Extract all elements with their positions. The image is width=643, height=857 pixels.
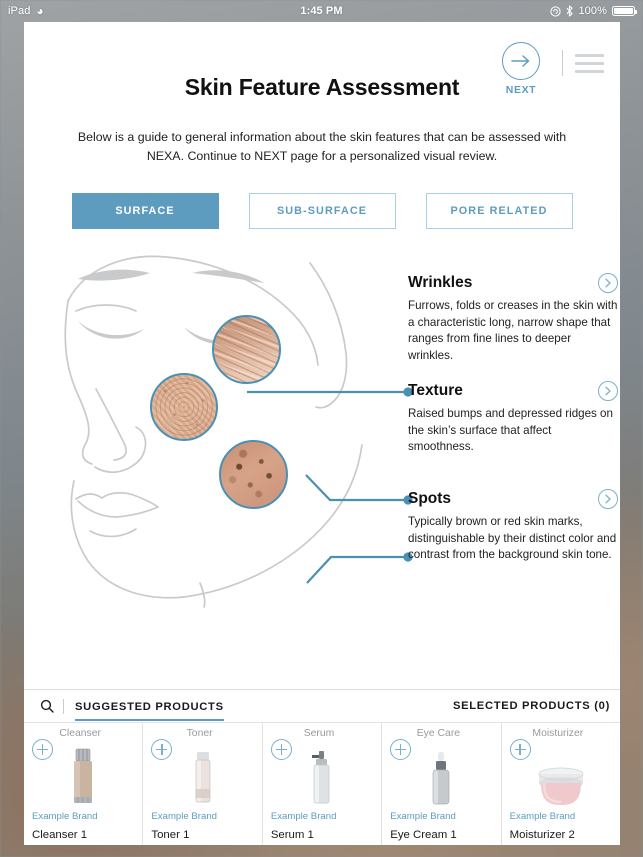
zoom-circle-spots[interactable] [219,440,288,510]
product-category: Eye Care [416,728,461,739]
product-brand[interactable]: Example Brand [390,811,456,822]
battery-percent-label: 100% [578,5,607,17]
tab-pore-related[interactable]: PORE RELATED [425,193,573,230]
search-icon[interactable] [36,699,58,713]
status-bar-left: iPad ◕ [8,5,44,17]
next-button-label: NEXT [505,84,537,96]
cleanser-bottle-image [24,743,142,809]
products-panel-header: SUGGESTED PRODUCTS SELECTED PRODUCTS (0) [24,690,620,722]
device-label: iPad [8,5,31,17]
product-name: Moisturizer 2 [509,829,575,841]
product-card[interactable]: Serum Example Brand Serum 1 [263,723,383,845]
product-category: Serum [303,728,335,739]
products-panel: SUGGESTED PRODUCTS SELECTED PRODUCTS (0)… [24,689,620,845]
product-category: Cleanser [59,728,101,739]
status-bar-time: 1:45 PM [300,5,343,17]
product-card[interactable]: Moisturizer Example Brand Moisturizer 2 [502,723,620,845]
product-brand[interactable]: Example Brand [32,811,98,822]
feature-wrinkles: Wrinkles Furrows, folds or creases in th… [408,273,618,364]
product-name: Serum 1 [270,829,314,841]
app-card: Skin Feature Assessment NEXT Below is a … [24,22,620,845]
hamburger-menu-icon[interactable] [575,54,604,73]
feature-title: Wrinkles [408,274,473,292]
bluetooth-icon [567,5,574,17]
product-grid: Cleanser Example Brand Cleanser 1 Toner … [24,722,620,845]
product-category: Moisturizer [532,728,584,739]
feature-header: Spots [408,489,618,510]
product-name: Eye Cream 1 [390,829,457,841]
chevron-right-circle-icon[interactable] [598,381,618,402]
tab-selected-products[interactable]: SELECTED PRODUCTS (0) [453,700,610,712]
feature-spots: Spots Typically brown or red skin marks,… [408,489,618,563]
status-bar-right: 100% [550,5,637,17]
chevron-right-circle-icon[interactable] [598,273,618,294]
tab-sub-surface[interactable]: SUB-SURFACE [248,193,396,230]
dropper-bottle-image [382,743,500,809]
product-brand[interactable]: Example Brand [510,811,576,822]
product-category: Toner [186,728,213,739]
feature-description: Typically brown or red skin marks, disti… [408,515,617,562]
product-name: Cleanser 1 [32,829,88,841]
feature-description: Raised bumps and depressed ridges on the… [408,407,613,454]
app-header: Skin Feature Assessment NEXT [24,22,620,118]
product-card[interactable]: Eye Care Example Brand Eye Cream 1 [382,723,502,845]
feature-title: Texture [408,382,463,400]
cream-jar-image [502,743,620,809]
header-divider [562,50,563,76]
product-card[interactable]: Toner Example Brand Toner 1 [143,723,263,845]
feature-texture: Texture Raised bumps and depressed ridge… [408,381,618,455]
feature-title: Spots [408,490,452,508]
wifi-icon: ◕ [36,4,44,18]
ios-status-bar: iPad ◕ 1:45 PM 100% [0,0,643,22]
intro-paragraph: Below is a guide to general information … [77,130,567,163]
next-button[interactable]: NEXT [495,42,547,96]
feature-header: Texture [408,381,618,402]
rotation-lock-icon [550,5,562,17]
feature-description: Furrows, folds or creases in the skin wi… [408,299,618,362]
product-brand[interactable]: Example Brand [151,811,217,822]
serum-pump-image [263,743,381,809]
product-name: Toner 1 [151,829,190,841]
product-card[interactable]: Cleanser Example Brand Cleanser 1 [24,723,144,845]
tab-surface[interactable]: SURFACE [71,193,219,230]
chevron-right-circle-icon[interactable] [598,489,618,510]
arrow-right-circle-icon [502,42,540,80]
zoom-circle-texture[interactable] [150,373,218,442]
battery-icon [612,6,637,16]
tab-suggested-products[interactable]: SUGGESTED PRODUCTS [75,701,224,721]
product-brand[interactable]: Example Brand [271,811,337,822]
feature-category-tabs: SURFACE SUB-SURFACE PORE RELATED [24,193,620,230]
zoom-circle-wrinkles[interactable] [212,315,281,385]
toner-bottle-image [143,743,261,809]
header-divider [63,698,64,714]
feature-header: Wrinkles [408,273,618,294]
face-diagram-area: Wrinkles Furrows, folds or creases in th… [24,245,620,613]
